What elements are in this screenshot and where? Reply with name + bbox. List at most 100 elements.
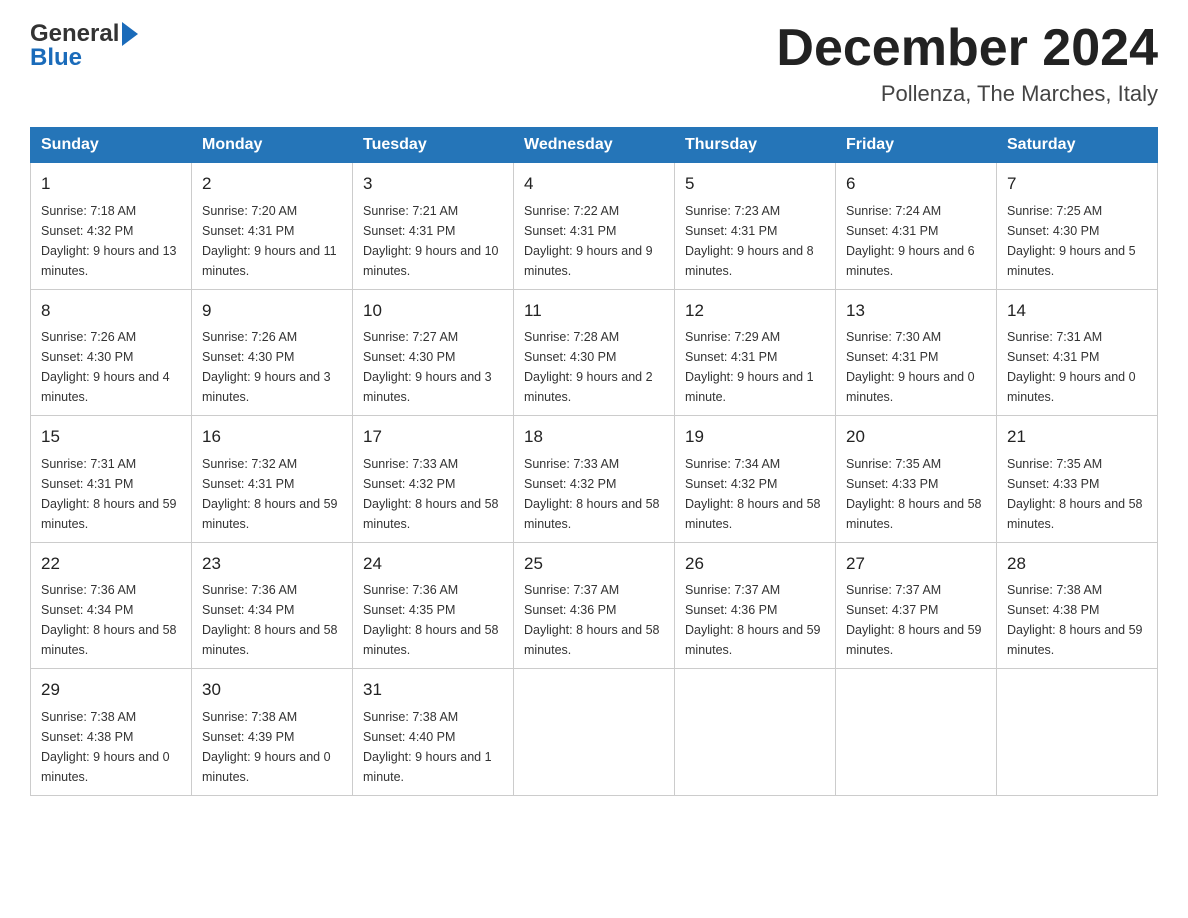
day-info: Sunrise: 7:38 AMSunset: 4:39 PMDaylight:…: [202, 707, 342, 787]
logo-blue-text: Blue: [30, 44, 138, 72]
calendar-day-cell: 14Sunrise: 7:31 AMSunset: 4:31 PMDayligh…: [997, 289, 1158, 416]
day-info: Sunrise: 7:31 AMSunset: 4:31 PMDaylight:…: [41, 454, 181, 534]
day-number: 12: [685, 298, 825, 324]
day-number: 11: [524, 298, 664, 324]
calendar-day-cell: 5 Sunrise: 7:23 AMSunset: 4:31 PMDaylight…: [675, 163, 836, 290]
day-info: Sunrise: 7:30 AMSunset: 4:31 PMDaylight:…: [846, 327, 986, 407]
day-info: Sunrise: 7:34 AMSunset: 4:32 PMDaylight:…: [685, 454, 825, 534]
calendar-day-cell: 30 Sunrise: 7:38 AMSunset: 4:39 PMDayligh…: [192, 669, 353, 796]
calendar-day-cell: 3 Sunrise: 7:21 AMSunset: 4:31 PMDaylight…: [353, 163, 514, 290]
day-info: Sunrise: 7:29 AMSunset: 4:31 PMDaylight:…: [685, 327, 825, 407]
day-info: Sunrise: 7:37 AMSunset: 4:36 PMDaylight:…: [685, 580, 825, 660]
day-info: Sunrise: 7:26 AMSunset: 4:30 PMDaylight:…: [202, 327, 342, 407]
calendar-day-cell: 9 Sunrise: 7:26 AMSunset: 4:30 PMDaylight…: [192, 289, 353, 416]
day-number: 29: [41, 677, 181, 703]
day-info: Sunrise: 7:18 AMSunset: 4:32 PMDaylight:…: [41, 201, 181, 281]
calendar-day-cell: 6 Sunrise: 7:24 AMSunset: 4:31 PMDaylight…: [836, 163, 997, 290]
calendar-day-cell: 11 Sunrise: 7:28 AMSunset: 4:30 PMDayligh…: [514, 289, 675, 416]
month-title: December 2024: [776, 20, 1158, 77]
day-info: Sunrise: 7:22 AMSunset: 4:31 PMDaylight:…: [524, 201, 664, 281]
day-info: Sunrise: 7:25 AMSunset: 4:30 PMDaylight:…: [1007, 201, 1147, 281]
logo-arrow-icon: [122, 22, 138, 46]
day-number: 24: [363, 551, 503, 577]
calendar-day-cell: 13 Sunrise: 7:30 AMSunset: 4:31 PMDayligh…: [836, 289, 997, 416]
day-info: Sunrise: 7:36 AMSunset: 4:35 PMDaylight:…: [363, 580, 503, 660]
calendar-day-cell: 7 Sunrise: 7:25 AMSunset: 4:30 PMDaylight…: [997, 163, 1158, 290]
calendar-day-cell: 15 Sunrise: 7:31 AMSunset: 4:31 PMDayligh…: [31, 416, 192, 543]
day-number: 26: [685, 551, 825, 577]
day-info: Sunrise: 7:36 AMSunset: 4:34 PMDaylight:…: [41, 580, 181, 660]
day-number: 28: [1007, 551, 1147, 577]
calendar-table: SundayMondayTuesdayWednesdayThursdayFrid…: [30, 127, 1158, 796]
day-info: Sunrise: 7:24 AMSunset: 4:31 PMDaylight:…: [846, 201, 986, 281]
day-info: Sunrise: 7:37 AMSunset: 4:37 PMDaylight:…: [846, 580, 986, 660]
day-number: 13: [846, 298, 986, 324]
day-number: 22: [41, 551, 181, 577]
calendar-day-cell: 31 Sunrise: 7:38 AMSunset: 4:40 PMDayligh…: [353, 669, 514, 796]
location-title: Pollenza, The Marches, Italy: [776, 81, 1158, 107]
calendar-day-cell: 12 Sunrise: 7:29 AMSunset: 4:31 PMDayligh…: [675, 289, 836, 416]
day-number: 3: [363, 171, 503, 197]
calendar-day-cell: 18Sunrise: 7:33 AMSunset: 4:32 PMDayligh…: [514, 416, 675, 543]
day-info: Sunrise: 7:21 AMSunset: 4:31 PMDaylight:…: [363, 201, 503, 281]
calendar-week-row: 22 Sunrise: 7:36 AMSunset: 4:34 PMDayligh…: [31, 542, 1158, 669]
day-info: Sunrise: 7:36 AMSunset: 4:34 PMDaylight:…: [202, 580, 342, 660]
calendar-day-cell: 24 Sunrise: 7:36 AMSunset: 4:35 PMDayligh…: [353, 542, 514, 669]
day-number: 2: [202, 171, 342, 197]
day-number: 25: [524, 551, 664, 577]
day-number: 9: [202, 298, 342, 324]
calendar-day-cell: 17 Sunrise: 7:33 AMSunset: 4:32 PMDayligh…: [353, 416, 514, 543]
day-info: Sunrise: 7:26 AMSunset: 4:30 PMDaylight:…: [41, 327, 181, 407]
day-number: 4: [524, 171, 664, 197]
day-number: 19: [685, 424, 825, 450]
calendar-day-cell: 27Sunrise: 7:37 AMSunset: 4:37 PMDayligh…: [836, 542, 997, 669]
day-number: 17: [363, 424, 503, 450]
day-number: 15: [41, 424, 181, 450]
day-info: Sunrise: 7:28 AMSunset: 4:30 PMDaylight:…: [524, 327, 664, 407]
day-info: Sunrise: 7:20 AMSunset: 4:31 PMDaylight:…: [202, 201, 342, 281]
day-number: 10: [363, 298, 503, 324]
calendar-day-cell: 22 Sunrise: 7:36 AMSunset: 4:34 PMDayligh…: [31, 542, 192, 669]
weekday-header-saturday: Saturday: [997, 128, 1158, 163]
day-info: Sunrise: 7:23 AMSunset: 4:31 PMDaylight:…: [685, 201, 825, 281]
calendar-day-cell: 8Sunrise: 7:26 AMSunset: 4:30 PMDaylight…: [31, 289, 192, 416]
day-number: 30: [202, 677, 342, 703]
calendar-week-row: 15 Sunrise: 7:31 AMSunset: 4:31 PMDayligh…: [31, 416, 1158, 543]
title-area: December 2024 Pollenza, The Marches, Ita…: [776, 20, 1158, 107]
calendar-day-cell: 21Sunrise: 7:35 AMSunset: 4:33 PMDayligh…: [997, 416, 1158, 543]
day-number: 31: [363, 677, 503, 703]
day-info: Sunrise: 7:38 AMSunset: 4:38 PMDaylight:…: [41, 707, 181, 787]
day-info: Sunrise: 7:35 AMSunset: 4:33 PMDaylight:…: [1007, 454, 1147, 534]
weekday-header-wednesday: Wednesday: [514, 128, 675, 163]
weekday-header-tuesday: Tuesday: [353, 128, 514, 163]
day-number: 6: [846, 171, 986, 197]
calendar-day-cell: 23 Sunrise: 7:36 AMSunset: 4:34 PMDayligh…: [192, 542, 353, 669]
day-info: Sunrise: 7:35 AMSunset: 4:33 PMDaylight:…: [846, 454, 986, 534]
day-number: 20: [846, 424, 986, 450]
calendar-day-cell: [997, 669, 1158, 796]
day-info: Sunrise: 7:33 AMSunset: 4:32 PMDaylight:…: [524, 454, 664, 534]
weekday-header-monday: Monday: [192, 128, 353, 163]
calendar-day-cell: 1 Sunrise: 7:18 AMSunset: 4:32 PMDaylight…: [31, 163, 192, 290]
day-number: 7: [1007, 171, 1147, 197]
calendar-day-cell: [836, 669, 997, 796]
day-info: Sunrise: 7:33 AMSunset: 4:32 PMDaylight:…: [363, 454, 503, 534]
day-number: 23: [202, 551, 342, 577]
calendar-day-cell: 29 Sunrise: 7:38 AMSunset: 4:38 PMDayligh…: [31, 669, 192, 796]
logo: General Blue: [30, 20, 138, 72]
day-number: 5: [685, 171, 825, 197]
calendar-day-cell: [514, 669, 675, 796]
calendar-day-cell: [675, 669, 836, 796]
calendar-day-cell: 19 Sunrise: 7:34 AMSunset: 4:32 PMDayligh…: [675, 416, 836, 543]
day-info: Sunrise: 7:38 AMSunset: 4:40 PMDaylight:…: [363, 707, 503, 787]
day-info: Sunrise: 7:37 AMSunset: 4:36 PMDaylight:…: [524, 580, 664, 660]
calendar-day-cell: 28Sunrise: 7:38 AMSunset: 4:38 PMDayligh…: [997, 542, 1158, 669]
weekday-header-thursday: Thursday: [675, 128, 836, 163]
calendar-day-cell: 2 Sunrise: 7:20 AMSunset: 4:31 PMDaylight…: [192, 163, 353, 290]
day-number: 1: [41, 171, 181, 197]
day-info: Sunrise: 7:31 AMSunset: 4:31 PMDaylight:…: [1007, 327, 1147, 407]
calendar-day-cell: 4 Sunrise: 7:22 AMSunset: 4:31 PMDaylight…: [514, 163, 675, 290]
day-number: 16: [202, 424, 342, 450]
calendar-day-cell: 10Sunrise: 7:27 AMSunset: 4:30 PMDayligh…: [353, 289, 514, 416]
weekday-header-friday: Friday: [836, 128, 997, 163]
